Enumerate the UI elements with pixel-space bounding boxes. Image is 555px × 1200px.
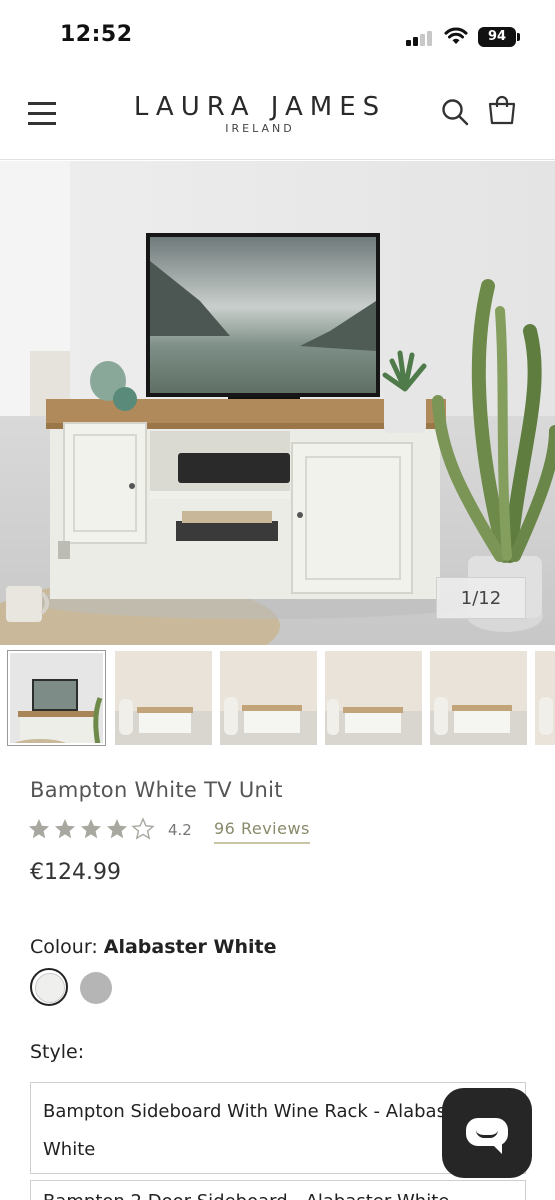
tv-unit-photo xyxy=(0,161,555,645)
search-icon[interactable] xyxy=(440,97,470,127)
colour-label: Colour: Alabaster White xyxy=(30,936,276,958)
cellular-signal-icon xyxy=(406,30,434,46)
thumbnail-4[interactable] xyxy=(325,651,422,745)
product-title: Bampton White TV Unit xyxy=(30,778,283,802)
status-time: 12:52 xyxy=(60,22,133,47)
rating-value: 4.2 xyxy=(168,821,192,839)
brand-name: LAURA JAMES xyxy=(133,92,387,122)
brand-subtitle: IRELAND xyxy=(225,122,295,135)
reviews-link[interactable]: 96 Reviews xyxy=(214,819,310,844)
product-price: €124.99 xyxy=(30,860,121,885)
slide-counter: 1/12 xyxy=(436,577,526,619)
wifi-icon xyxy=(444,27,468,44)
chat-button[interactable] xyxy=(442,1088,532,1178)
colour-swatch-alabaster-white[interactable] xyxy=(30,968,68,1006)
style-option[interactable]: Bampton 2 Door Sideboard - Alabaster Whi… xyxy=(30,1180,526,1200)
style-option-label: Bampton 2 Door Sideboard - Alabaster Whi… xyxy=(43,1189,513,1200)
selected-colour: Alabaster White xyxy=(103,936,277,958)
product-main-image[interactable]: 1/12 xyxy=(0,161,555,645)
site-header: LAURA JAMES IRELAND xyxy=(0,70,555,160)
menu-icon[interactable] xyxy=(28,100,58,126)
style-label: Style: xyxy=(30,1041,85,1063)
thumbnail-6[interactable] xyxy=(535,651,555,745)
chat-icon xyxy=(466,1118,508,1154)
colour-label-text: Colour: xyxy=(30,936,98,958)
thumbnail-2[interactable] xyxy=(115,651,212,745)
brand-logo[interactable]: LAURA JAMES IRELAND xyxy=(120,92,400,135)
status-bar: 12:52 94 xyxy=(0,0,555,70)
thumbnail-5[interactable] xyxy=(430,651,527,745)
thumbnail-1[interactable] xyxy=(7,650,106,746)
colour-swatch-grey[interactable] xyxy=(80,972,112,1004)
battery-icon: 94 xyxy=(478,27,520,47)
cart-icon[interactable] xyxy=(486,94,518,126)
thumbnail-3[interactable] xyxy=(220,651,317,745)
thumbnail-strip xyxy=(0,648,555,758)
rating-stars-icon xyxy=(29,818,154,839)
